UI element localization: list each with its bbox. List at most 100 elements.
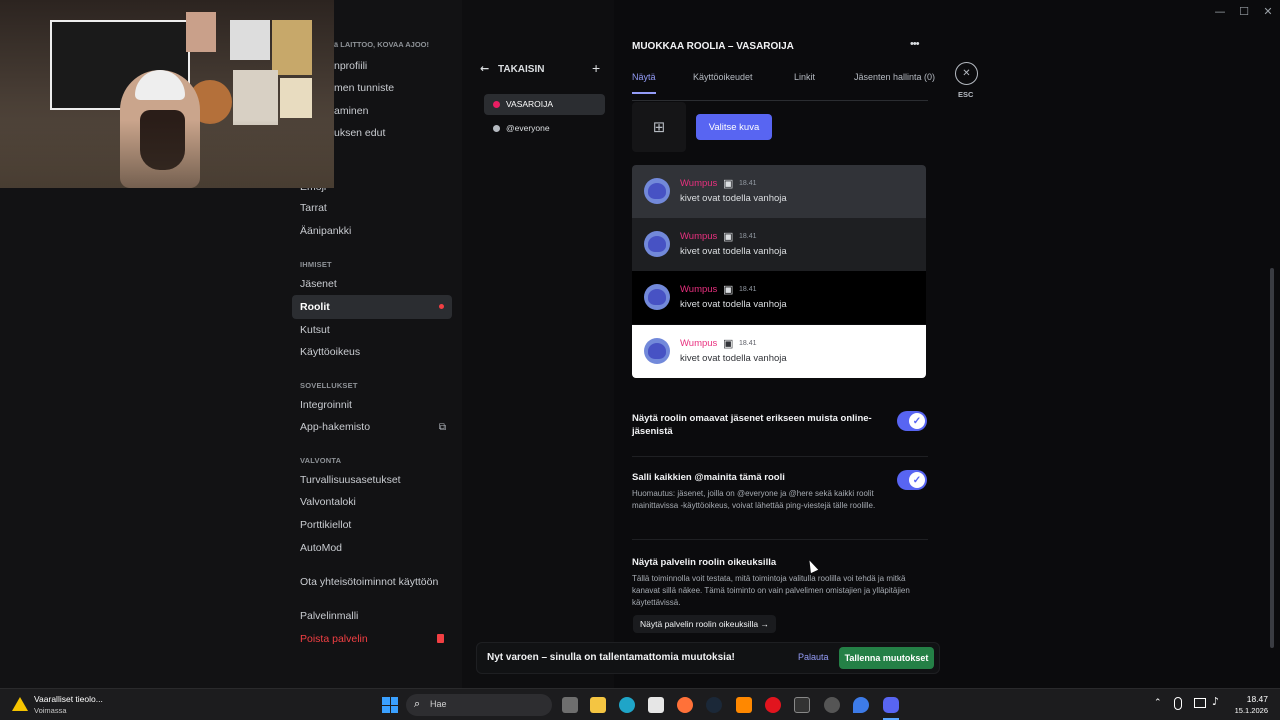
sidebar-item-cut-tag[interactable]: men tunniste (334, 82, 394, 94)
esc-label: ESC (958, 90, 974, 99)
sidebar-item-valvontaloki[interactable]: Valvontaloki (292, 490, 452, 514)
sidebar-item-yhteisotoiminnot[interactable]: Ota yhteisötoiminnot käyttöön (292, 570, 452, 594)
reset-button[interactable]: Palauta (798, 652, 829, 662)
mentionable-setting-title: Salli kaikkien @mainita tämä rooli (632, 472, 785, 483)
webcam-poster-white (230, 20, 270, 60)
tab-nayta[interactable]: Näytä (632, 72, 656, 82)
wumpus-avatar (644, 338, 670, 364)
check-icon: ✓ (909, 413, 925, 429)
chatgpt-icon[interactable] (824, 697, 840, 713)
sidebar-item-palvelinmalli[interactable]: Palvelinmalli (292, 604, 452, 628)
back-arrow-icon[interactable]: ← (480, 62, 489, 75)
role-item-everyone[interactable]: @everyone (484, 118, 605, 139)
back-button[interactable]: TAKAISIN (498, 64, 544, 75)
store-icon[interactable] (648, 697, 664, 713)
sidebar-item-cut-engagement[interactable]: aminen (334, 105, 368, 117)
webcam-overlay (0, 0, 334, 188)
add-role-button[interactable]: + (592, 60, 600, 76)
sidebar-item-app-hakemisto[interactable]: App-hakemisto ⧉ (292, 415, 452, 439)
sidebar-item-poista-palvelin[interactable]: Poista palvelin (292, 627, 452, 651)
start-icon[interactable] (382, 697, 398, 713)
sidebar-item-tarrat[interactable]: Tarrat (292, 196, 452, 220)
sidebar-item-turvallisuusasetukset[interactable]: Turvallisuusasetukset (292, 468, 452, 492)
role-tag-icon: ▣ (723, 338, 734, 350)
role-preview-3: Wumpus ▣ 18.41 kivet ovat todella vanhoja (632, 271, 926, 324)
preview-time: 18.41 (739, 233, 757, 240)
role-icon-upload[interactable]: ⊞ (632, 102, 686, 152)
sidebar-item-roolit[interactable]: Roolit (292, 295, 452, 319)
sidebar-heading-sovellukset: SOVELLUKSET (300, 381, 358, 390)
preview-username: Wumpus (680, 284, 718, 295)
clock-date[interactable]: 15.1.2026 (1220, 706, 1268, 715)
sidebar-item-roolit-label: Roolit (300, 301, 330, 313)
mentionable-toggle[interactable]: ✓ (897, 470, 927, 490)
unsaved-dot-icon (439, 304, 444, 309)
minimize-icon[interactable]: — (1208, 0, 1232, 22)
save-changes-button[interactable]: Tallenna muutokset (839, 647, 934, 669)
network-icon[interactable] (1194, 698, 1206, 708)
taskbar-search[interactable]: ⌕ Hae (406, 694, 552, 716)
warning-icon (12, 697, 28, 711)
task-view-icon[interactable] (562, 697, 578, 713)
role-item-vasaroija[interactable]: VASAROIJA (484, 94, 605, 115)
discord-icon[interactable] (883, 697, 899, 713)
mentionable-setting-desc: Huomautus: jäsenet, joilla on @everyone … (632, 489, 876, 510)
scrollbar[interactable] (1270, 268, 1274, 648)
role-preview-1: Wumpus ▣ 18.41 kivet ovat todella vanhoja (632, 165, 926, 218)
sidebar-item-kutsut[interactable]: Kutsut (292, 318, 452, 342)
weather-warning-title[interactable]: Vaaralliset tieolo... (34, 694, 103, 704)
role-tag-icon: ▣ (723, 284, 734, 296)
tab-linkit[interactable]: Linkit (794, 72, 815, 82)
preview-message: kivet ovat todella vanhoja (680, 193, 787, 204)
preview-username: Wumpus (680, 178, 718, 189)
roles-column: ← TAKAISIN + VASAROIJA @everyone (462, 0, 614, 688)
opera-icon[interactable] (765, 697, 781, 713)
sidebar-item-app-hakemisto-label: App-hakemisto (300, 421, 371, 433)
sidebar-item-aanipankki[interactable]: Äänipankki (292, 219, 452, 243)
tray-overflow-icon[interactable]: ⌃ (1154, 698, 1162, 708)
vlc-icon[interactable] (736, 697, 752, 713)
view-as-role-desc: Tällä toiminnolla voit testata, mitä toi… (632, 574, 910, 607)
role-color-dot-icon (493, 125, 500, 132)
tab-jasenten-hallinta[interactable]: Jäsenten hallinta (0) (854, 72, 935, 82)
preview-message: kivet ovat todella vanhoja (680, 246, 787, 257)
sidebar-item-integroinnit[interactable]: Integroinnit (292, 393, 452, 417)
file-explorer-icon[interactable] (590, 697, 606, 713)
image-add-icon: ⊞ (652, 118, 666, 136)
view-as-role-title: Näytä palvelin roolin oikeuksilla (632, 557, 777, 568)
sidebar-item-cut-profile[interactable]: nprofiili (334, 60, 367, 72)
volume-icon[interactable]: ♪ (1212, 695, 1219, 708)
view-as-role-button[interactable]: Näytä palvelin roolin oikeuksilla → (633, 615, 776, 633)
maximize-icon[interactable]: ☐ (1232, 0, 1256, 22)
sidebar-item-cut-boost[interactable]: uksen edut (334, 127, 385, 139)
sidebar-heading-ihmiset: IHMISET (300, 260, 332, 269)
steam-icon[interactable] (706, 697, 722, 713)
close-window-icon[interactable]: ✕ (1256, 0, 1280, 22)
edge-icon[interactable] (619, 697, 635, 713)
tab-kayttooikeudet[interactable]: Käyttöoikeudet (693, 72, 753, 82)
sidebar-item-porttikiellot[interactable]: Porttikiellot (292, 513, 452, 537)
tabs-divider (632, 100, 928, 101)
choose-image-button[interactable]: Valitse kuva (696, 114, 772, 140)
preview-message: kivet ovat todella vanhoja (680, 353, 787, 364)
role-item-label: @everyone (506, 123, 550, 133)
check-icon: ✓ (909, 472, 925, 488)
close-icon[interactable]: ✕ (955, 62, 978, 85)
weather-warning-sub: Voimassa (34, 706, 67, 715)
clock-time[interactable]: 18.47 (1236, 694, 1268, 704)
sidebar-item-jasenet[interactable]: Jäsenet (292, 272, 452, 296)
microphone-icon[interactable] (1174, 697, 1182, 710)
terminal-icon[interactable] (794, 697, 810, 713)
settings-divider (632, 539, 928, 540)
firefox-icon[interactable] (677, 697, 693, 713)
preview-time: 18.41 (739, 286, 757, 293)
more-options-icon[interactable]: ••• (910, 38, 920, 50)
sidebar-item-kayttooikeus[interactable]: Käyttöoikeus (292, 340, 452, 364)
settings-divider (632, 456, 928, 457)
webcam-shade (0, 120, 334, 188)
webcam-poster-cream (280, 78, 312, 118)
hoist-toggle[interactable]: ✓ (897, 411, 927, 431)
sidebar-item-automod[interactable]: AutoMod (292, 536, 452, 560)
drop-app-icon[interactable] (853, 697, 869, 713)
role-item-label: VASAROIJA (506, 99, 554, 109)
